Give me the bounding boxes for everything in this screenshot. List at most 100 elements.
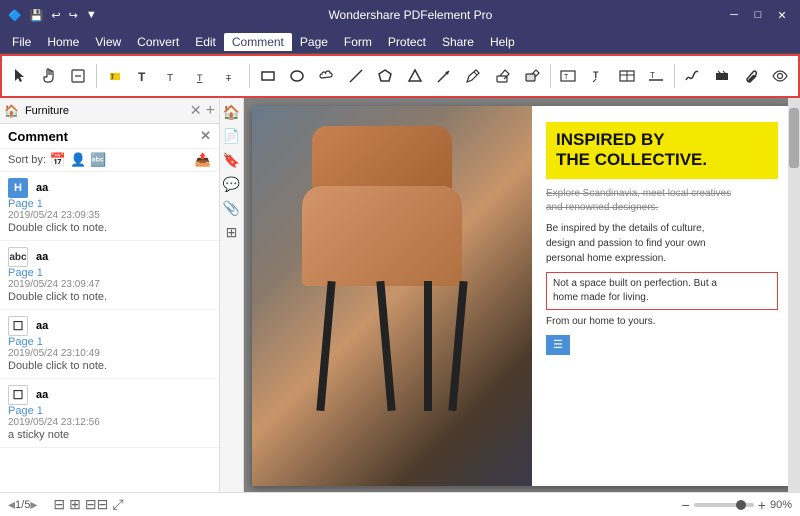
sort-type-icon[interactable]: 🔤 <box>90 152 106 168</box>
triangle-button[interactable] <box>401 62 428 90</box>
sort-date-icon[interactable]: 📅 <box>50 152 66 168</box>
comment-item[interactable]: ☐ aa Page 1 2019/05/24 23:12:56 a sticky… <box>0 379 219 448</box>
ellipse-button[interactable] <box>284 62 311 90</box>
minimize-button[interactable]: ─ <box>724 5 744 25</box>
menu-edit[interactable]: Edit <box>187 33 224 51</box>
comment-item[interactable]: H aa Page 1 2019/05/24 23:09:35 Double c… <box>0 172 219 241</box>
comment-user: aa <box>36 389 48 401</box>
heading-box: INSPIRED BY THE COLLECTIVE. <box>546 122 778 179</box>
comment-panel-header: Comment ✕ <box>0 124 219 149</box>
page-icon[interactable]: 📄 <box>222 126 242 146</box>
eraser-button[interactable] <box>489 62 516 90</box>
comment-panel-close[interactable]: ✕ <box>200 128 211 144</box>
menu-file[interactable]: File <box>4 33 39 51</box>
redo-icon[interactable]: ↪ <box>69 9 78 22</box>
comment-page: Page 1 <box>8 405 211 417</box>
pencil-button[interactable] <box>460 62 487 90</box>
status-bar: ◂ 1 / 5 ▸ ⊟ ⊞ ⊟⊟ ⤢ − + 90% <box>0 492 800 516</box>
home-icon[interactable]: 🏠 <box>222 102 242 122</box>
svg-text:T: T <box>197 73 203 83</box>
comment-date: 2019/05/24 23:09:35 <box>8 210 211 221</box>
svg-text:T: T <box>226 74 231 83</box>
sort-author-icon[interactable]: 👤 <box>70 152 86 168</box>
vertical-scrollbar[interactable] <box>788 98 800 492</box>
comment-icon[interactable]: 💬 <box>222 174 242 194</box>
eye-button[interactable] <box>767 62 794 90</box>
comment-avatar: H <box>8 178 28 198</box>
heading-text: INSPIRED BY THE COLLECTIVE. <box>556 130 768 171</box>
text-large-button[interactable]: T <box>130 62 157 90</box>
chair-seat <box>302 186 462 286</box>
select-tool-button[interactable] <box>6 62 33 90</box>
area-eraser-button[interactable] <box>518 62 545 90</box>
table-text-button[interactable] <box>613 62 640 90</box>
rect-button[interactable] <box>254 62 281 90</box>
signature-button[interactable] <box>679 62 706 90</box>
comment-text: Double click to note. <box>8 222 211 234</box>
edit-tool-button[interactable] <box>65 62 92 90</box>
line-button[interactable] <box>342 62 369 90</box>
comment-item[interactable]: abc aa Page 1 2019/05/24 23:09:47 Double… <box>0 241 219 310</box>
menu-form[interactable]: Form <box>336 33 380 51</box>
menu-help[interactable]: Help <box>482 33 523 51</box>
comment-page: Page 1 <box>8 336 211 348</box>
comment-list: H aa Page 1 2019/05/24 23:09:35 Double c… <box>0 172 219 492</box>
highlight-button[interactable]: T <box>101 62 128 90</box>
text-small-button[interactable]: T <box>189 62 216 90</box>
title-bar: 🔷 💾 ↩ ↪ ▼ Wondershare PDFelement Pro ─ □… <box>0 0 800 30</box>
text-callout-button[interactable]: T <box>584 62 611 90</box>
sidebar-tab-close[interactable]: ✕ <box>190 102 202 119</box>
arrow-button[interactable] <box>430 62 457 90</box>
title-bar-logo: 🔷 💾 ↩ ↪ ▼ <box>8 9 97 22</box>
zoom-controls: − + 90% <box>682 497 792 513</box>
hand-tool-button[interactable] <box>35 62 62 90</box>
sidebar-tab-add[interactable]: + <box>206 102 215 120</box>
menu-convert[interactable]: Convert <box>129 33 187 51</box>
comment-avatar: ☐ <box>8 385 28 405</box>
document-scroll[interactable]: INSPIRED BY THE COLLECTIVE. Explore Scan… <box>244 98 800 492</box>
menu-home[interactable]: Home <box>39 33 87 51</box>
undo-icon[interactable]: ↩ <box>51 9 60 22</box>
sort-export-icon[interactable]: 📤 <box>195 152 211 168</box>
prev-page-button[interactable]: ◂ <box>8 496 15 513</box>
menu-comment[interactable]: Comment <box>224 33 292 51</box>
furniture-tab[interactable]: Furniture <box>19 103 75 119</box>
stamp-button[interactable]: T <box>642 62 669 90</box>
zoom-in-button[interactable]: + <box>758 497 766 513</box>
comment-item[interactable]: ☐ aa Page 1 2019/05/24 23:10:49 Double c… <box>0 310 219 379</box>
two-page-icon[interactable]: ⊟⊟ <box>85 496 108 513</box>
paperclip-icon[interactable]: 📎 <box>222 198 242 218</box>
menu-share[interactable]: Share <box>434 33 482 51</box>
save-icon[interactable]: 💾 <box>30 9 44 22</box>
next-page-button[interactable]: ▸ <box>30 496 37 513</box>
menu-view[interactable]: View <box>87 33 129 51</box>
close-button[interactable]: ✕ <box>772 5 792 25</box>
app-title: Wondershare PDFelement Pro <box>97 8 724 22</box>
text-box-button[interactable]: T <box>555 62 582 90</box>
fullscreen-icon[interactable]: ⤢ <box>112 496 123 513</box>
bookmark-icon[interactable]: 🔖 <box>222 150 242 170</box>
redact-button[interactable] <box>708 62 735 90</box>
single-page-icon[interactable]: ⊟ <box>53 496 65 513</box>
continuous-icon[interactable]: ⊞ <box>69 496 81 513</box>
zoom-thumb <box>736 500 746 510</box>
menu-protect[interactable]: Protect <box>380 33 434 51</box>
attach-button[interactable] <box>737 62 764 90</box>
polygon-button[interactable] <box>372 62 399 90</box>
maximize-button[interactable]: □ <box>748 5 768 25</box>
comment-avatar: abc <box>8 247 28 267</box>
document-page: INSPIRED BY THE COLLECTIVE. Explore Scan… <box>252 106 792 486</box>
layers-icon[interactable]: ⊞ <box>222 222 242 242</box>
zoom-slider[interactable] <box>694 503 754 507</box>
left-icon-bar: 🏠 📄 🔖 💬 📎 ⊞ <box>220 98 244 492</box>
text-xs-button[interactable]: T <box>218 62 245 90</box>
home-tab-icon[interactable]: 🏠 <box>4 104 19 118</box>
scroll-thumb[interactable] <box>789 108 799 168</box>
customize-icon[interactable]: ▼ <box>86 9 97 22</box>
svg-text:T: T <box>650 71 655 80</box>
menu-page[interactable]: Page <box>292 33 336 51</box>
toolbar-separator-1 <box>96 64 97 88</box>
zoom-out-button[interactable]: − <box>682 497 690 513</box>
text-medium-button[interactable]: T <box>160 62 187 90</box>
cloud-button[interactable] <box>313 62 340 90</box>
